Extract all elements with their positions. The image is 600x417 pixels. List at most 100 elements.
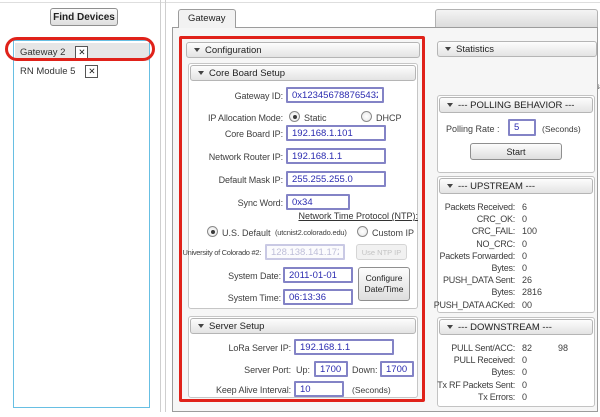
device-label: RN Module 5 — [20, 66, 75, 77]
custom-ip-radio[interactable] — [357, 226, 368, 237]
ntp-heading: Network Time Protocol (NTP): — [278, 211, 418, 221]
keep-alive-interval-input[interactable] — [294, 381, 344, 397]
stat-row: Tx Errors:0 — [441, 391, 592, 403]
expander-arrow-icon — [445, 47, 451, 51]
polling-rate-label: Polling Rate : — [446, 124, 500, 134]
configuration-title: Configuration — [205, 45, 262, 56]
stat-row: Packets Received:6 — [441, 201, 592, 213]
downstream-stats: PULL Sent/ACC:8298 PULL Received:0 Bytes… — [441, 342, 592, 403]
server-setup-expander-header[interactable]: Server Setup — [190, 318, 416, 334]
stat-row: CRC_FAIL:100 — [441, 225, 592, 237]
stat-row: PULL Received:0 — [441, 354, 592, 366]
lora-server-ip-input[interactable] — [294, 339, 394, 355]
device-list-item-gateway-2[interactable]: Gateway 2 ✕ — [15, 43, 149, 61]
keep-alive-unit-label: (Seconds) — [352, 385, 391, 395]
core-board-setup-group: Core Board Setup Gateway ID: IP Allocati… — [188, 63, 418, 309]
university-of-colorado-label: University of Colorado #2: — [189, 248, 261, 257]
server-port-down-label: Down: — [352, 365, 378, 375]
lora-server-ip-label: LoRa Server IP: — [189, 343, 291, 353]
upstream-expander-header[interactable]: --- UPSTREAM --- — [439, 178, 593, 194]
configure-button-line2: Date/Time — [365, 284, 404, 294]
sync-word-input[interactable] — [286, 194, 350, 210]
window-top-border — [0, 2, 600, 3]
sync-word-label: Sync Word: — [189, 198, 283, 208]
us-default-radio[interactable] — [207, 226, 218, 237]
expander-arrow-icon — [194, 48, 200, 52]
system-time-input[interactable] — [283, 289, 353, 305]
configure-button-line1: Configure — [366, 273, 403, 283]
stats-panel-top-bar — [435, 9, 598, 28]
polling-behavior-box: --- POLLING BEHAVIOR --- Polling Rate : … — [437, 95, 595, 173]
core-board-setup-title: Core Board Setup — [209, 68, 285, 79]
upstream-stats: Packets Received:6 CRC_OK:0 CRC_FAIL:100… — [441, 201, 592, 311]
polling-behavior-title: --- POLLING BEHAVIOR --- — [458, 100, 574, 111]
server-port-up-label: Up: — [296, 365, 310, 375]
polling-rate-input[interactable] — [508, 119, 536, 136]
expander-arrow-icon — [447, 184, 453, 188]
stat-row: PUSH_DATA ACKed:00 — [441, 299, 592, 311]
server-port-up-input[interactable] — [314, 361, 348, 377]
stat-row: Bytes:0 — [441, 262, 592, 274]
start-button[interactable]: Start — [470, 143, 562, 160]
core-board-ip-label: Core Board IP: — [189, 129, 283, 139]
stat-row: Bytes:0 — [441, 366, 592, 378]
downstream-title: --- DOWNSTREAM --- — [458, 322, 552, 333]
network-router-ip-label: Network Router IP: — [189, 152, 283, 162]
colorado-ntp-ip-input — [265, 244, 345, 260]
device-list[interactable]: Gateway 2 ✕ RN Module 5 ✕ — [13, 40, 150, 408]
gateway-id-input[interactable] — [286, 87, 384, 103]
expander-arrow-icon — [447, 325, 453, 329]
panel-splitter[interactable] — [156, 0, 170, 412]
configure-date-time-button[interactable]: Configure Date/Time — [358, 267, 410, 301]
tab-gateway[interactable]: Gateway — [178, 9, 236, 28]
default-mask-ip-input[interactable] — [286, 171, 386, 187]
configuration-expander-header[interactable]: Configuration — [186, 42, 420, 58]
upstream-title: --- UPSTREAM --- — [458, 181, 535, 192]
device-label: Gateway 2 — [20, 47, 65, 58]
find-devices-button[interactable]: Find Devices — [50, 8, 118, 26]
stat-row: Packets Forwarded:0 — [441, 250, 592, 262]
server-setup-title: Server Setup — [209, 321, 264, 332]
core-board-ip-input[interactable] — [286, 125, 386, 141]
close-icon[interactable]: ✕ — [75, 46, 88, 59]
expander-arrow-icon — [198, 71, 204, 75]
stat-row: CRC_OK:0 — [441, 213, 592, 225]
system-date-input[interactable] — [283, 267, 353, 283]
us-default-radio-label: U.S. Default — [222, 228, 271, 238]
ip-allocation-mode-label: IP Allocation Mode: — [189, 113, 283, 123]
stat-row: Bytes:2816 — [441, 286, 592, 298]
statistics-title: Statistics — [456, 44, 494, 55]
server-port-label: Server Port: — [189, 365, 291, 375]
dhcp-radio-label: DHCP — [376, 113, 402, 123]
downstream-expander-header[interactable]: --- DOWNSTREAM --- — [439, 319, 593, 335]
server-setup-group: Server Setup LoRa Server IP: Server Port… — [188, 316, 418, 398]
default-mask-ip-label: Default Mask IP: — [189, 175, 283, 185]
stat-row: Tx RF Packets Sent:0 — [441, 379, 592, 391]
device-list-item-rn-module-5[interactable]: RN Module 5 ✕ — [15, 62, 149, 80]
server-port-down-input[interactable] — [380, 361, 414, 377]
downstream-box: --- DOWNSTREAM --- PULL Sent/ACC:8298 PU… — [437, 317, 595, 407]
network-router-ip-input[interactable] — [286, 148, 386, 164]
expander-arrow-icon — [198, 324, 204, 328]
static-radio[interactable] — [289, 111, 300, 122]
stat-row: NO_CRC:0 — [441, 238, 592, 250]
app-window: Find Devices Gateway 2 ✕ RN Module 5 ✕ G… — [0, 0, 600, 417]
close-icon[interactable]: ✕ — [85, 65, 98, 78]
keep-alive-interval-label: Keep Alive Interval: — [189, 385, 291, 395]
expander-arrow-icon — [447, 103, 453, 107]
polling-behavior-expander-header[interactable]: --- POLLING BEHAVIOR --- — [439, 97, 593, 113]
system-date-label: System Date: — [189, 271, 281, 281]
custom-ip-radio-label: Custom IP — [372, 228, 414, 238]
use-ntp-ip-button: Use NTP IP — [356, 244, 407, 260]
dhcp-radio[interactable] — [361, 111, 372, 122]
core-board-setup-expander-header[interactable]: Core Board Setup — [190, 65, 416, 81]
stat-row: PUSH_DATA Sent:26 — [441, 274, 592, 286]
gateway-id-label: Gateway ID: — [189, 91, 283, 101]
us-default-host-label: (utcnist2.colorado.edu) — [275, 228, 347, 237]
statistics-expander-header[interactable]: Statistics — [437, 41, 597, 57]
upstream-box: --- UPSTREAM --- Packets Received:6 CRC_… — [437, 176, 595, 313]
static-radio-label: Static — [304, 113, 327, 123]
polling-rate-unit: (Seconds) — [542, 124, 581, 134]
system-time-label: System Time: — [189, 293, 281, 303]
stat-row: PULL Sent/ACC:8298 — [441, 342, 592, 354]
